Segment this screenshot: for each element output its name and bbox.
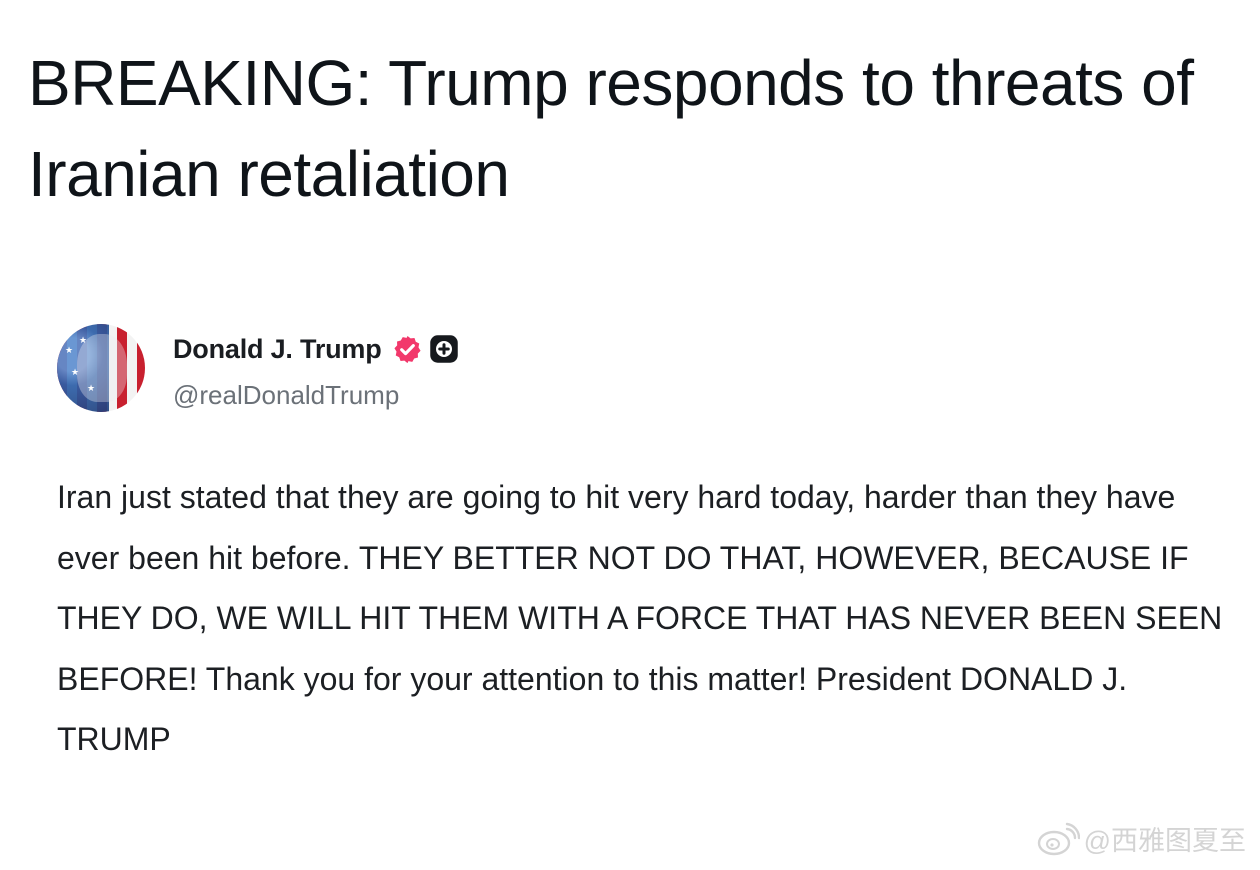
author-handle[interactable]: @realDonaldTrump — [173, 380, 399, 411]
post-card: ★ ★ ★ ★ Donald J. Trump @realDonaldTrump… — [0, 290, 1260, 870]
watermark-text: @西雅图夏至 — [1083, 826, 1246, 856]
author-display-name[interactable]: Donald J. Trump — [173, 334, 382, 365]
weibo-icon — [1037, 822, 1080, 855]
star-icon: ★ — [79, 335, 88, 345]
star-icon: ★ — [87, 383, 96, 393]
post-text: Iran just stated that they are going to … — [57, 479, 1223, 757]
headline: BREAKING: Trump responds to threats of I… — [28, 47, 1194, 210]
author-avatar[interactable]: ★ ★ ★ ★ — [57, 324, 145, 412]
star-icon: ★ — [71, 367, 80, 377]
watermark: @西雅图夏至 — [1036, 819, 1246, 858]
author-name-row: Donald J. Trump — [173, 332, 459, 366]
verified-badge-icon — [393, 335, 421, 363]
star-icon: ★ — [65, 345, 74, 355]
plus-badge-icon — [429, 335, 458, 363]
